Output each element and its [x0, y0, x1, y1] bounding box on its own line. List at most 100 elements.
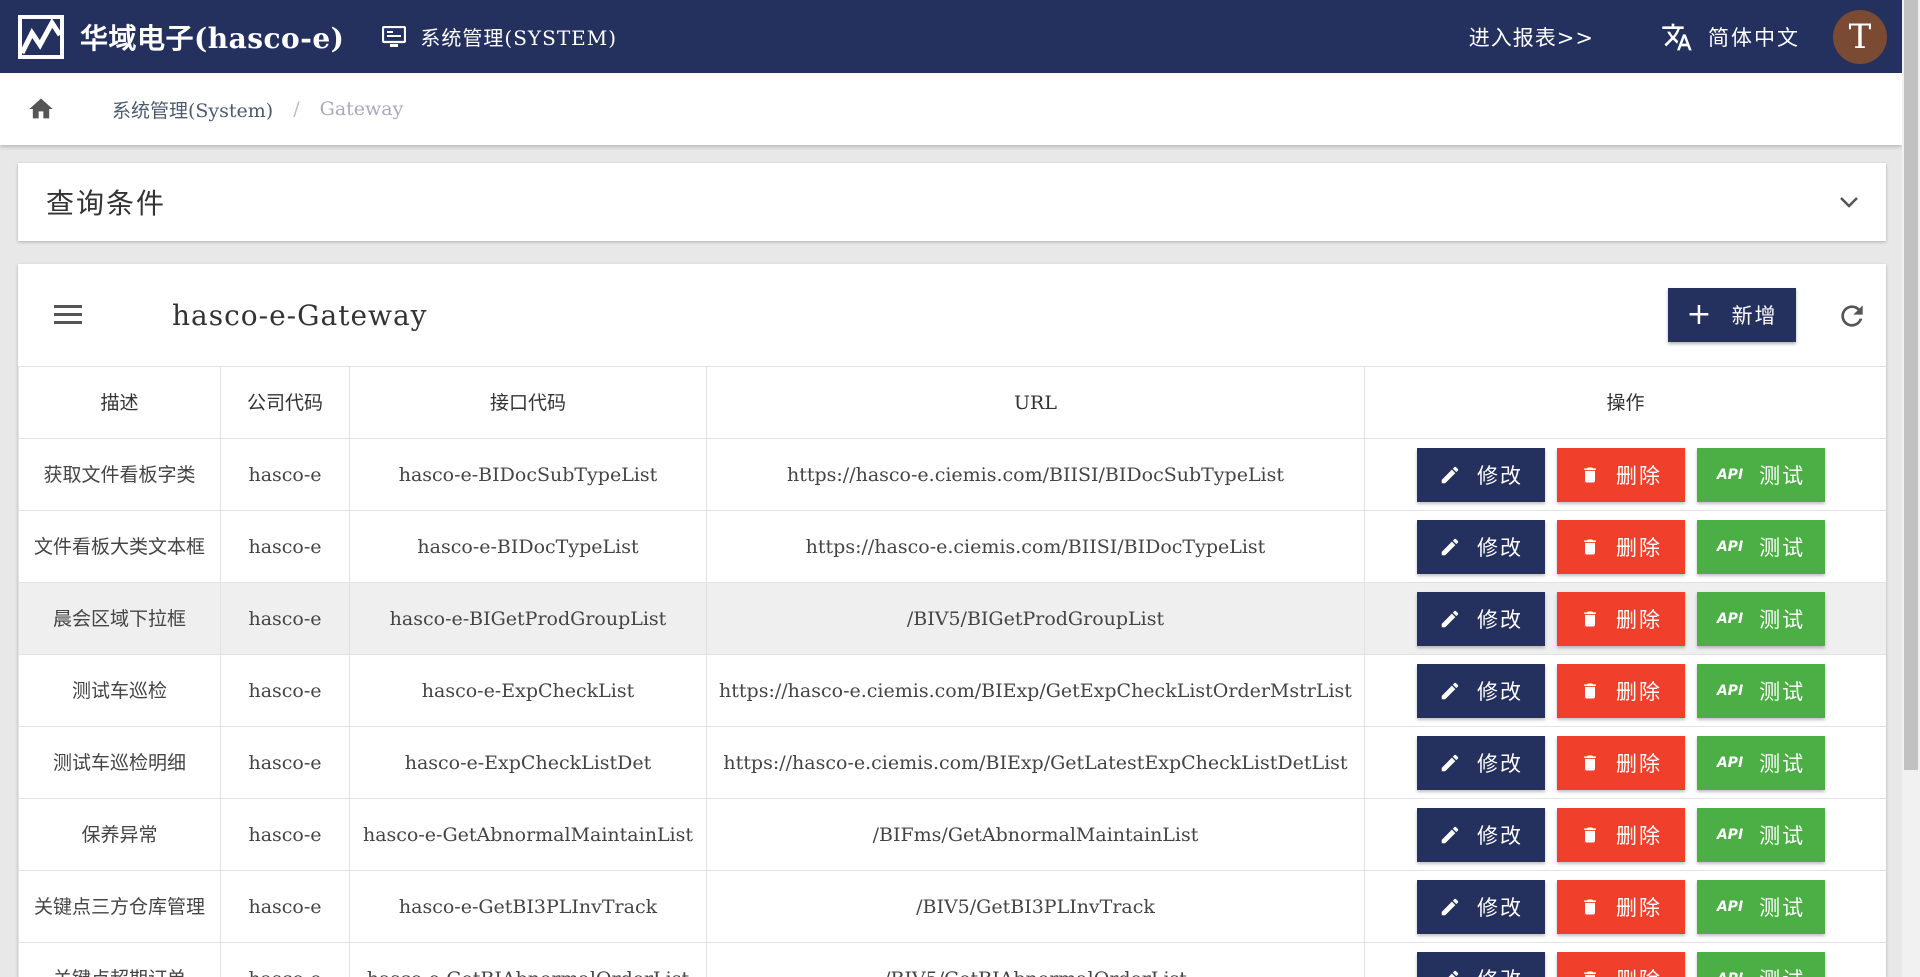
delete-button[interactable]: 删除 — [1557, 591, 1685, 646]
edit-label: 修改 — [1477, 895, 1523, 920]
cell-desc: 文件看板大类文本框 — [18, 510, 221, 583]
cell-company: hasco-e — [220, 798, 350, 871]
edit-button[interactable]: 修改 — [1417, 879, 1545, 934]
pencil-icon — [1448, 970, 1459, 977]
table-row[interactable]: 保养异常 hasco-e hasco-e-GetAbnormalMaintainLi… — [18, 798, 1886, 871]
table-row[interactable]: 关键点三方仓库管理 hasco-e hasco-e-GetBI3PLInvTrack… — [18, 870, 1886, 943]
table-header-row: 描述 公司代码 接口代码 URL 操作 — [18, 366, 1886, 439]
delete-label: 删除 — [1616, 535, 1662, 560]
chevron-down-icon[interactable] — [1838, 195, 1860, 209]
test-button[interactable]: API 测试 — [1697, 519, 1825, 574]
edit-button[interactable]: 修改 — [1417, 951, 1545, 977]
api-icon: API — [1716, 826, 1744, 843]
table-title: hasco-e-Gateway — [172, 298, 428, 332]
home-icon[interactable] — [26, 93, 58, 125]
test-button[interactable]: API 测试 — [1697, 735, 1825, 790]
row-actions: 修改 删除 API 测试 — [1371, 447, 1880, 502]
edit-button[interactable]: 修改 — [1417, 591, 1545, 646]
delete-button[interactable]: 删除 — [1557, 735, 1685, 790]
table-row[interactable]: 测试车巡检 hasco-e hasco-e-ExpCheckList https://… — [18, 654, 1886, 727]
language-label: 简体中文 — [1708, 25, 1800, 50]
test-button[interactable]: API 测试 — [1697, 951, 1825, 977]
cell-url: https://hasco-e.ciemis.com/BIISI/BIDocSu… — [706, 438, 1365, 511]
cell-company: hasco-e — [220, 726, 350, 799]
cell-actions: 修改 删除 API 测试 — [1364, 798, 1886, 871]
table-row[interactable]: 晨会区域下拉框 hasco-e hasco-e-BIGetProdGroupList… — [18, 582, 1886, 655]
api-icon: API — [1716, 898, 1744, 915]
test-button[interactable]: API 测试 — [1697, 447, 1825, 502]
delete-button[interactable]: 删除 — [1557, 663, 1685, 718]
column-header-company[interactable]: 公司代码 — [220, 366, 350, 439]
menu-icon[interactable] — [54, 304, 82, 326]
table-header-bar: hasco-e-Gateway + 新增 — [18, 264, 1886, 366]
query-conditions-panel[interactable]: 查询条件 — [18, 163, 1886, 241]
cell-company: hasco-e — [220, 582, 350, 655]
add-button[interactable]: + 新增 — [1668, 288, 1796, 342]
edit-button[interactable]: 修改 — [1417, 735, 1545, 790]
cell-code: hasco-e-ExpCheckList — [349, 654, 707, 727]
app-title[interactable]: 华域电子(hasco-e) — [80, 17, 344, 57]
pencil-icon — [1441, 610, 1459, 627]
row-actions: 修改 删除 API 测试 — [1371, 807, 1880, 862]
edit-button[interactable]: 修改 — [1417, 807, 1545, 862]
test-button[interactable]: API 测试 — [1697, 663, 1825, 718]
test-button[interactable]: API 测试 — [1697, 879, 1825, 934]
edit-label: 修改 — [1477, 463, 1523, 488]
language-switcher[interactable]: 简体中文 — [1660, 21, 1800, 53]
edit-button[interactable]: 修改 — [1417, 519, 1545, 574]
translate-icon — [1662, 23, 1692, 50]
company-logo-icon[interactable] — [18, 14, 64, 59]
user-avatar[interactable]: T — [1833, 9, 1887, 64]
delete-button[interactable]: 删除 — [1557, 807, 1685, 862]
test-button[interactable]: API 测试 — [1697, 591, 1825, 646]
refresh-icon[interactable] — [1836, 300, 1868, 332]
cell-url: https://hasco-e.ciemis.com/BIISI/BIDocTy… — [706, 510, 1365, 583]
test-label: 测试 — [1759, 679, 1806, 704]
trash-icon — [1584, 755, 1596, 770]
column-header-desc[interactable]: 描述 — [18, 366, 221, 439]
test-label: 测试 — [1759, 751, 1806, 776]
row-actions: 修改 删除 API 测试 — [1371, 519, 1880, 574]
pencil-icon — [1441, 898, 1459, 915]
cell-url: https://hasco-e.ciemis.com/BIExp/GetLate… — [706, 726, 1365, 799]
delete-button[interactable]: 删除 — [1557, 519, 1685, 574]
cell-code: hasco-e-BIGetProdGroupList — [349, 582, 707, 655]
cell-company: hasco-e — [220, 870, 350, 943]
table-row[interactable]: 文件看板大类文本框 hasco-e hasco-e-BIDocTypeList htt… — [18, 510, 1886, 583]
cell-code: hasco-e-BIDocTypeList — [349, 510, 707, 583]
table-row[interactable]: 测试车巡检明细 hasco-e hasco-e-ExpCheckListDet htt… — [18, 726, 1886, 799]
page-scrollbar-thumb[interactable] — [1904, 0, 1918, 770]
table-row[interactable]: 关键点超期订单hasco-ehasco-e-GetBIAbnormalOrder… — [18, 942, 1886, 977]
breadcrumb-system[interactable]: 系统管理(System) — [112, 96, 273, 123]
pencil-icon — [1441, 538, 1459, 555]
api-icon: API — [1717, 971, 1743, 977]
table-row[interactable]: 获取文件看板字类 hasco-e hasco-e-BIDocSubTypeList h… — [18, 438, 1886, 511]
delete-button[interactable]: 删除 — [1557, 879, 1685, 934]
edit-button[interactable]: 修改 — [1417, 663, 1545, 718]
cell-code: hasco-e-ExpCheckListDet — [349, 726, 707, 799]
column-header-code[interactable]: 接口代码 — [349, 366, 707, 439]
api-icon: API — [1716, 754, 1744, 771]
cell-actions: 修改 删除 API 测试 — [1364, 510, 1886, 583]
api-icon: API — [1716, 466, 1744, 483]
column-header-url[interactable]: URL — [706, 366, 1365, 439]
cell-code: hasco-e-GetAbnormalMaintainList — [349, 798, 707, 871]
api-icon: API — [1716, 682, 1744, 699]
trash-icon — [1584, 971, 1596, 977]
breadcrumb-gateway: Gateway — [319, 98, 404, 120]
breadcrumb: 系统管理(System) / Gateway — [0, 73, 1902, 145]
test-label: 测试 — [1759, 607, 1806, 632]
edit-button[interactable]: 修改 — [1417, 447, 1545, 502]
delete-button[interactable]: 删除 — [1557, 951, 1685, 977]
row-actions: 修改 删除 API 测试 — [1371, 663, 1880, 718]
delete-label: 删除 — [1616, 964, 1662, 977]
delete-button[interactable]: 删除 — [1557, 447, 1685, 502]
system-menu[interactable]: 系统管理(SYSTEM) — [382, 22, 617, 51]
delete-label: 删除 — [1616, 751, 1662, 776]
enter-report-link[interactable]: 进入报表>> — [1469, 22, 1594, 52]
cell-url: /BIV5/BIGetProdGroupList — [706, 582, 1365, 655]
test-button[interactable]: API 测试 — [1697, 807, 1825, 862]
cell-actions: 修改 删除 API 测试 — [1364, 870, 1886, 943]
cell-actions: 修改 删除 API 测试 — [1364, 942, 1886, 977]
delete-label: 删除 — [1616, 607, 1662, 632]
